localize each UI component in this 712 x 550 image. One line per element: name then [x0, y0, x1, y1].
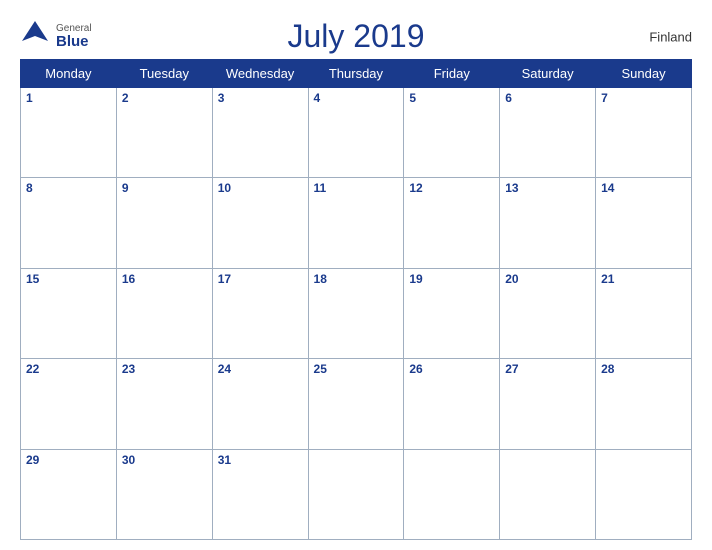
- day-cell: 13: [500, 178, 596, 268]
- week-row-3: 15 16 17 18 19 20 21: [21, 268, 692, 358]
- logo: General Blue: [20, 19, 92, 54]
- day-number: 10: [218, 181, 303, 195]
- day-cell: 21: [596, 268, 692, 358]
- day-cell: 28: [596, 359, 692, 449]
- day-number: 24: [218, 362, 303, 376]
- logo-blue-text: Blue: [56, 34, 92, 51]
- day-cell: 1: [21, 88, 117, 178]
- day-number: 21: [601, 272, 686, 286]
- country-label: Finland: [649, 29, 692, 44]
- day-number: 4: [314, 91, 399, 105]
- day-of-week-wednesday: Wednesday: [212, 60, 308, 88]
- day-cell: 9: [116, 178, 212, 268]
- day-cell: 16: [116, 268, 212, 358]
- day-number: 15: [26, 272, 111, 286]
- day-cell: [404, 449, 500, 539]
- day-number: 7: [601, 91, 686, 105]
- day-cell: 17: [212, 268, 308, 358]
- day-of-week-monday: Monday: [21, 60, 117, 88]
- day-number: 25: [314, 362, 399, 376]
- day-number: 29: [26, 453, 111, 467]
- calendar-header: General Blue July 2019 Finland: [20, 18, 692, 55]
- day-cell: 18: [308, 268, 404, 358]
- week-row-2: 89 10 11 12 13 14: [21, 178, 692, 268]
- day-number: 20: [505, 272, 590, 286]
- day-cell: 11: [308, 178, 404, 268]
- day-number: 22: [26, 362, 111, 376]
- day-cell: 31: [212, 449, 308, 539]
- day-cell: 4: [308, 88, 404, 178]
- day-number: 30: [122, 453, 207, 467]
- day-number: 26: [409, 362, 494, 376]
- day-cell: 8: [21, 178, 117, 268]
- day-cell: 20: [500, 268, 596, 358]
- day-cell: 25: [308, 359, 404, 449]
- day-number: 31: [218, 453, 303, 467]
- day-cell: 22: [21, 359, 117, 449]
- day-number: 1: [26, 91, 111, 105]
- week-row-4: 22 23 24 25 26 27 28: [21, 359, 692, 449]
- day-cell: 3: [212, 88, 308, 178]
- day-cell: [596, 449, 692, 539]
- day-number: 14: [601, 181, 686, 195]
- day-cell: 5: [404, 88, 500, 178]
- day-cell: 14: [596, 178, 692, 268]
- calendar-body: 1234567891011121314151617181920212223242…: [21, 88, 692, 540]
- day-number: 3: [218, 91, 303, 105]
- calendar-table: MondayTuesdayWednesdayThursdayFridaySatu…: [20, 59, 692, 540]
- day-number: 28: [601, 362, 686, 376]
- month-year-title: July 2019: [288, 18, 425, 55]
- day-number: 13: [505, 181, 590, 195]
- day-cell: [308, 449, 404, 539]
- day-number: 5: [409, 91, 494, 105]
- calendar-grid: MondayTuesdayWednesdayThursdayFridaySatu…: [20, 59, 692, 540]
- day-cell: 29: [21, 449, 117, 539]
- day-number: 16: [122, 272, 207, 286]
- week-row-1: 1234567: [21, 88, 692, 178]
- day-cell: 24: [212, 359, 308, 449]
- day-cell: 15: [21, 268, 117, 358]
- day-of-week-friday: Friday: [404, 60, 500, 88]
- day-number: 23: [122, 362, 207, 376]
- logo-bird-icon: [20, 19, 50, 49]
- day-cell: 10: [212, 178, 308, 268]
- day-number: 2: [122, 91, 207, 105]
- day-number: 11: [314, 181, 399, 195]
- day-cell: 7: [596, 88, 692, 178]
- week-row-5: 29 30 31: [21, 449, 692, 539]
- day-number: 6: [505, 91, 590, 105]
- day-number: 8: [26, 181, 111, 195]
- day-cell: 23: [116, 359, 212, 449]
- day-of-week-thursday: Thursday: [308, 60, 404, 88]
- logo-text: General Blue: [56, 23, 92, 51]
- day-of-week-tuesday: Tuesday: [116, 60, 212, 88]
- day-number: 17: [218, 272, 303, 286]
- day-cell: 19: [404, 268, 500, 358]
- day-number: 27: [505, 362, 590, 376]
- day-cell: 6: [500, 88, 596, 178]
- day-number: 18: [314, 272, 399, 286]
- day-number: 9: [122, 181, 207, 195]
- day-number: 19: [409, 272, 494, 286]
- days-header-row: MondayTuesdayWednesdayThursdayFridaySatu…: [21, 60, 692, 88]
- day-of-week-saturday: Saturday: [500, 60, 596, 88]
- day-number: 12: [409, 181, 494, 195]
- day-cell: 30: [116, 449, 212, 539]
- day-cell: 2: [116, 88, 212, 178]
- day-cell: 27: [500, 359, 596, 449]
- day-cell: [500, 449, 596, 539]
- day-cell: 12: [404, 178, 500, 268]
- day-cell: 26: [404, 359, 500, 449]
- day-of-week-sunday: Sunday: [596, 60, 692, 88]
